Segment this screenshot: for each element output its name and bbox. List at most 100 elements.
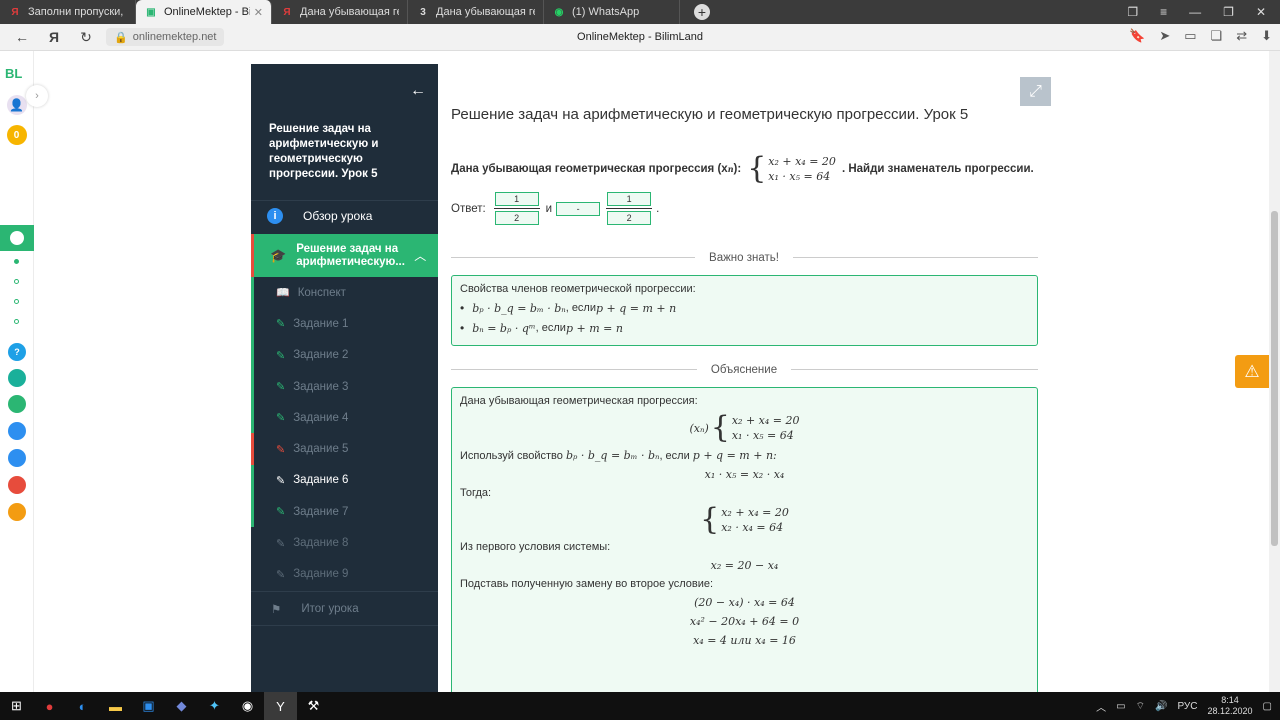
numerator-input[interactable]: 1 [494, 192, 539, 206]
system-line: x₂ + x₄ = 20 [721, 506, 789, 519]
expl-use: Используй свойство bₚ · b_q = bₘ · bₙ, е… [460, 449, 1029, 462]
numerator-input[interactable]: 1 [607, 192, 652, 206]
summary-item[interactable]: ⚑ Итог урока [251, 591, 438, 626]
rail-dot[interactable] [14, 299, 19, 304]
volume-icon[interactable]: 🔊 [1155, 701, 1167, 712]
close-window-icon[interactable]: ✕ [1256, 5, 1266, 19]
windows-start-icon[interactable]: ⊞ [0, 692, 33, 720]
expl-then: Тогда: [460, 487, 492, 499]
sidebar-item-label: Задание 8 [293, 537, 349, 550]
sidebar-item-task[interactable]: ✎ Задание 3 [251, 370, 438, 403]
avatar[interactable]: 👤 [6, 95, 27, 115]
download-icon[interactable]: ⬇ [1261, 28, 1272, 44]
yandex-home-icon[interactable]: Я [44, 29, 64, 45]
app-icon[interactable] [8, 476, 26, 494]
fraction-bar [493, 208, 540, 209]
overview-label: Обзор урока [303, 208, 373, 223]
app-icon[interactable] [8, 422, 26, 440]
rail-dot[interactable] [14, 319, 19, 324]
rail-active-app[interactable] [0, 225, 34, 251]
new-tab-button[interactable]: + [694, 4, 710, 20]
app-icon[interactable] [8, 369, 26, 387]
answer-fraction: 12 [493, 192, 540, 225]
browser-tab[interactable]: Я Заполни пропуски, выбр [0, 0, 136, 24]
chevron-up-icon: ︿ [414, 249, 427, 263]
rail-dot[interactable] [14, 259, 19, 264]
edit-icon: ✎ [276, 537, 286, 550]
bookmarks-icon[interactable]: ❐ [1127, 5, 1138, 19]
url-field[interactable]: 🔒 onlinemektep.net [106, 28, 225, 46]
fullscreen-icon[interactable]: ⤢ [1020, 77, 1051, 106]
explanation-box: Дана убывающая геометрическая прогрессия… [451, 387, 1038, 707]
expl-substitute: Подставь полученную замену во второе усл… [460, 578, 714, 590]
extension-icon[interactable]: ➤ [1159, 28, 1170, 44]
brace: { [700, 502, 720, 537]
warning-icon[interactable]: ⚠ [1235, 355, 1269, 388]
sidebar-item-task[interactable]: ✎ Задание 9 [251, 559, 438, 590]
lesson-sidebar: ← Решение задач на арифметическую и геом… [251, 64, 438, 692]
browser-tab[interactable]: Я Дана убывающая геомет [272, 0, 408, 24]
translate-icon[interactable]: ⇄ [1236, 28, 1247, 44]
close-icon[interactable]: ✕ [254, 6, 263, 19]
sidebar-item-label: Задание 5 [293, 443, 349, 456]
browser-tab[interactable]: 3 Дана убывающая геомет [408, 0, 544, 24]
app-icon[interactable]: ⚒ [297, 692, 330, 720]
sidebar-item-label: Задание 1 [293, 317, 349, 330]
expl-seq: (xₙ) [689, 421, 709, 435]
sidebar-item-task[interactable]: ✎ Задание 1 [251, 308, 438, 340]
sidebar-item-task[interactable]: ✎ Задание 4 [251, 402, 438, 434]
bilimland-logo[interactable]: BL [5, 66, 33, 81]
sidebar-item-konspekt[interactable]: 📖 Конспект [251, 277, 438, 309]
file-explorer-icon[interactable]: ▬ [99, 692, 132, 720]
sign-input[interactable]: - [556, 201, 601, 216]
yandex-active-icon[interactable]: Y [264, 692, 297, 720]
app-icon[interactable] [8, 395, 26, 413]
steam-icon[interactable]: ◉ [231, 692, 264, 720]
notification-icon[interactable]: ▢ [1263, 701, 1272, 712]
discord-icon[interactable]: ◆ [165, 692, 198, 720]
rail-dot[interactable] [14, 279, 19, 284]
collections-icon[interactable]: ❏ [1211, 28, 1223, 44]
denominator-input[interactable]: 2 [607, 211, 652, 225]
sidebar-item-label: Конспект [297, 286, 346, 299]
app-icon[interactable]: ✦ [198, 692, 231, 720]
answer-label: Ответ: [451, 202, 486, 215]
clock[interactable]: 8:14 28.12.2020 [1208, 695, 1253, 717]
scrollbar[interactable] [1269, 51, 1280, 692]
sidebar-item-task[interactable]: ✎ Задание 2 [251, 339, 438, 371]
help-icon[interactable]: ? [8, 343, 26, 361]
yandex-browser-icon[interactable]: ● [33, 692, 66, 720]
section-header[interactable]: 🎓 Решение задач на арифметическую... ︿ [251, 234, 438, 277]
back-arrow-icon[interactable]: ← [12, 29, 32, 45]
battery-icon[interactable]: ▭ [1116, 701, 1125, 712]
sidebar-item-label: Задание 4 [293, 411, 349, 424]
zoom-icon[interactable]: ▣ [132, 692, 165, 720]
reload-icon[interactable]: ↻ [76, 29, 96, 46]
browser-tab[interactable]: ◉ (1) WhatsApp [544, 0, 680, 24]
app-icon[interactable] [8, 503, 26, 521]
sidebar-item-task[interactable]: ✎ Задание 7 [251, 496, 438, 528]
restore-icon[interactable]: ❐ [1223, 5, 1234, 19]
battery-icon[interactable]: ▭ [1184, 28, 1196, 44]
edit-icon: ✎ [276, 474, 286, 487]
fraction-bar [606, 208, 653, 209]
edge-icon[interactable]: ◐ [66, 692, 99, 720]
sidebar-item-task[interactable]: ✎ Задание 8 [251, 527, 438, 558]
overview-item[interactable]: i Обзор урока [251, 200, 438, 230]
denominator-input[interactable]: 2 [494, 211, 539, 225]
back-arrow-icon[interactable]: ← [410, 82, 426, 100]
sidebar-item-task[interactable]: ✎ Задание 5 [251, 433, 438, 465]
chevron-up-icon[interactable]: ︿ [1096, 699, 1106, 714]
browser-tab-active[interactable]: ▣ OnlineMektep - BilimLa ✕ [136, 0, 272, 24]
sidebar-item-task-current[interactable]: ✎ Задание 6 [251, 464, 438, 497]
chevron-right-icon[interactable]: › [26, 85, 48, 107]
minimize-icon[interactable]: — [1189, 5, 1201, 19]
wifi-icon[interactable]: ⌔ [1136, 700, 1145, 713]
app-icon[interactable] [8, 449, 26, 467]
scrollbar-thumb[interactable] [1271, 211, 1278, 546]
divider [451, 369, 1038, 370]
url-text: onlinemektep.net [132, 31, 217, 43]
menu-icon[interactable]: ≡ [1160, 5, 1167, 19]
bookmark-icon[interactable]: 🔖 [1129, 28, 1145, 44]
language-indicator[interactable]: РУС [1177, 701, 1197, 712]
